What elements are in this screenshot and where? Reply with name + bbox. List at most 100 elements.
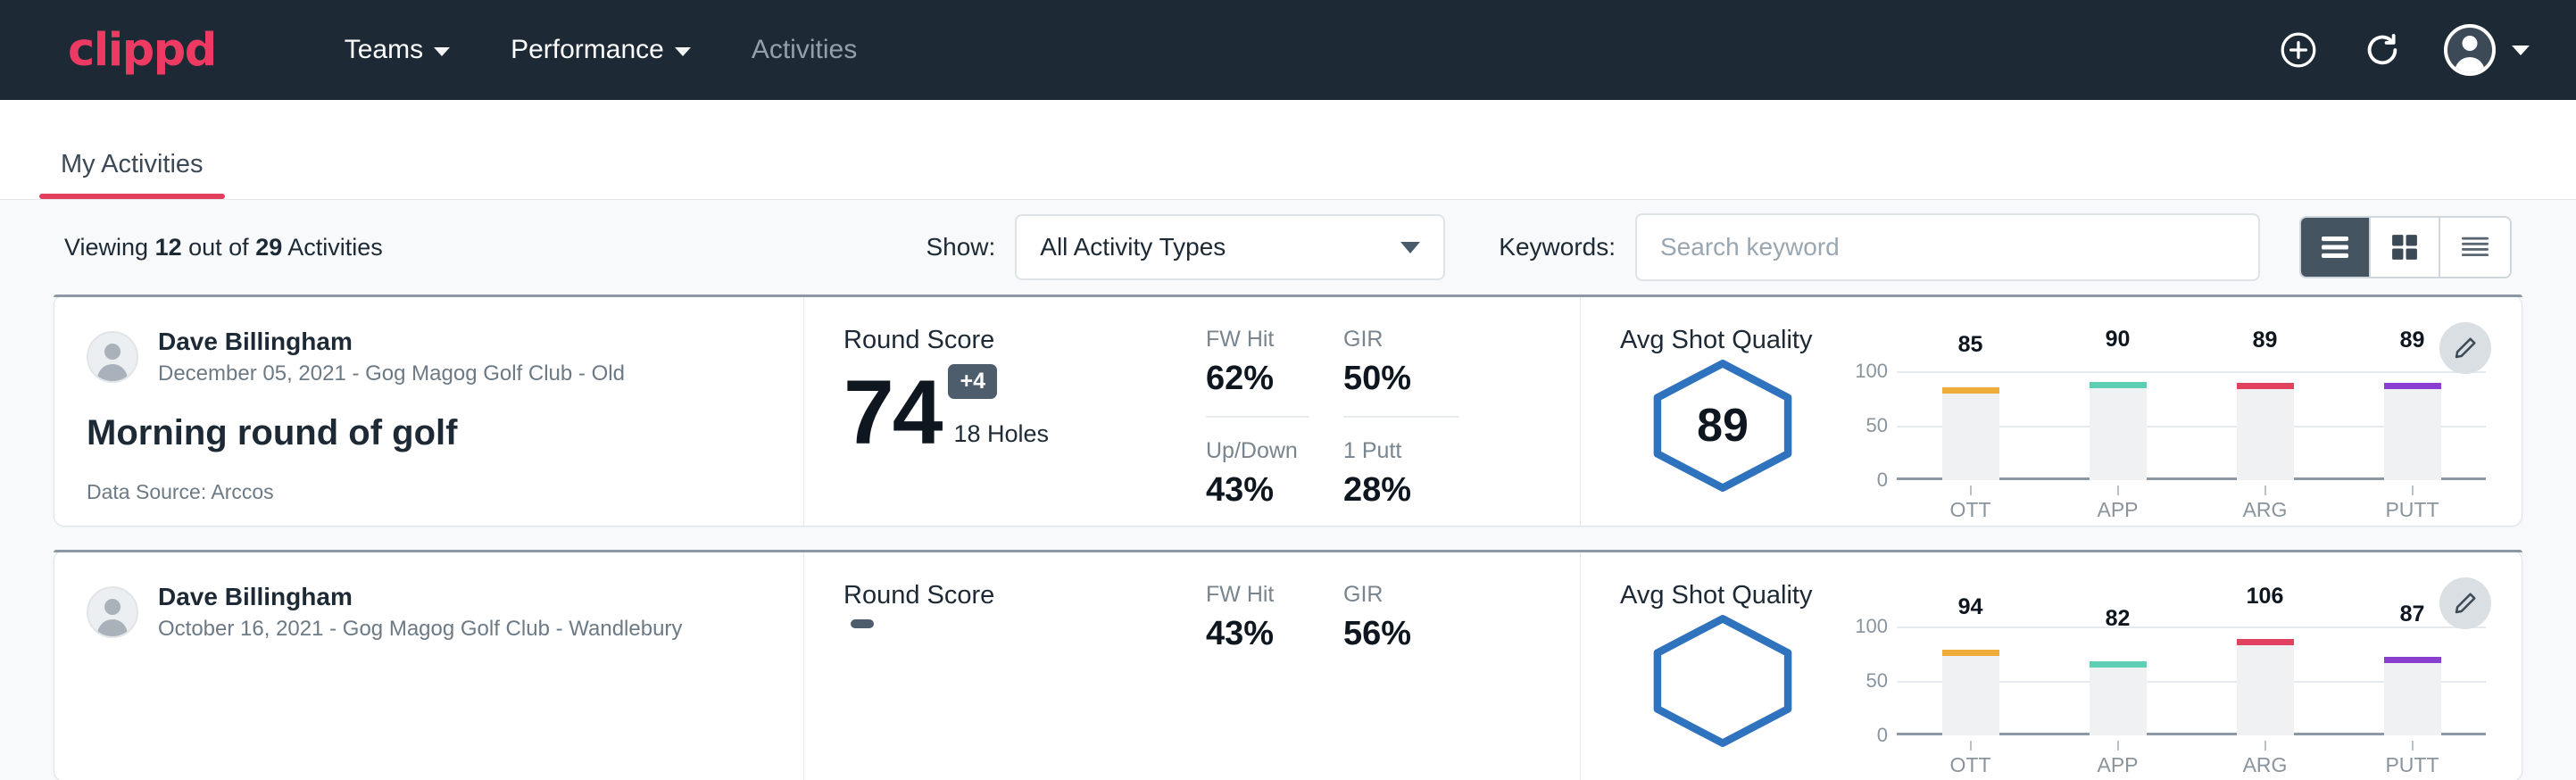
stat-label: GIR [1343,581,1459,608]
x-tick-label: PUTT [2385,753,2439,776]
view-mode-grid-button[interactable] [2371,218,2440,277]
stat-up-down: Up/Down 43% [1206,416,1309,515]
viewing-count-text: Viewing 12 out of 29 Activities [64,234,383,261]
keyword-search-box[interactable] [1635,213,2260,281]
page-tab-bar: My Activities [0,100,2576,200]
score-to-par-badge [851,619,874,628]
bar-rect [2090,382,2147,480]
chevron-down-icon [675,47,691,56]
activity-card[interactable]: Dave Billingham December 05, 2021 - Gog … [54,295,2522,527]
x-tick-label: APP [2097,753,2138,776]
stat-label: FW Hit [1206,581,1309,608]
avg-shot-quality-body: 100 50 0 948210687 OTT APP [1620,614,2486,748]
activity-card-score: Round Score 74 +4 18 Holes FW Hit 62% GI… [804,295,1581,526]
score-to-par-badge: +4 [948,364,997,399]
player-row: Dave Billingham December 05, 2021 - Gog … [87,326,768,388]
x-tick-label: OTT [1950,753,1991,776]
stat-value: 50% [1343,360,1459,398]
activity-card-shot-quality: Avg Shot Quality 89 100 50 0 [1581,295,2522,526]
x-tick-arg: ARG [2191,485,2339,522]
view-mode-list-button[interactable] [2301,218,2371,277]
bar-cap [2237,383,2294,389]
refresh-icon[interactable] [2360,28,2405,72]
stat-label: Up/Down [1206,437,1309,464]
plus-circle-icon[interactable] [2276,28,2321,72]
activity-card-shot-quality: Avg Shot Quality 100 50 0 [1581,551,2522,780]
bar-rect [1942,650,1999,735]
bar-rect [2090,661,2147,735]
activity-card[interactable]: Dave Billingham October 16, 2021 - Gog M… [54,550,2522,780]
grid-view-icon [2389,232,2420,262]
activity-title: Morning round of golf [87,413,768,453]
x-tick-label: APP [2097,498,2138,521]
bar-value-label: 85 [1958,332,1983,358]
bar-rect [2384,657,2441,735]
x-tick-app: APP [2044,741,2191,777]
stat-value: 62% [1206,360,1309,398]
activity-meta: October 16, 2021 - Gog Magog Golf Club -… [158,615,682,643]
activity-data-source: Data Source: Arccos [87,480,768,504]
stat-value: 56% [1343,615,1459,653]
x-tick-putt: PUTT [2339,485,2486,522]
shot-quality-hexagon: 89 [1620,359,1825,493]
view-mode-compact-button[interactable] [2440,218,2510,277]
nav-item-teams[interactable]: Teams [314,35,480,65]
activity-card-info: Dave Billingham October 16, 2021 - Gog M… [54,551,804,780]
nav-item-activities[interactable]: Activities [721,35,887,65]
stat-value: 43% [1206,615,1309,653]
stat-label: GIR [1343,326,1459,353]
activity-type-select[interactable]: All Activity Types [1015,214,1445,280]
bar-value-label: 106 [2247,584,2284,610]
avg-shot-quality-label: Avg Shot Quality [1620,581,2486,610]
bar-value-label: 87 [2400,602,2425,627]
avatar-body-shape [2455,57,2485,76]
x-tick-label: OTT [1950,498,1991,521]
round-score-badge-wrap [843,618,874,710]
avatar-body-shape [97,619,128,638]
bar-cap [2237,639,2294,645]
bar-rect [1942,387,1999,480]
round-stats-grid: FW Hit 62% GIR 50% Up/Down 43% 1 Putt 28… [1206,326,1459,495]
viewing-count: 12 [155,234,182,261]
tab-my-activities[interactable]: My Activities [39,150,225,199]
show-label: Show: [926,233,995,261]
edit-activity-button[interactable] [2439,577,2491,629]
bar-value-label: 94 [1958,594,1983,620]
x-tick-arg: ARG [2191,741,2339,777]
search-input[interactable] [1660,233,2235,261]
viewing-prefix: Viewing [64,234,155,261]
round-score-label: Round Score [843,326,1201,355]
tick-mark [2264,485,2266,495]
avatar-head-shape [104,599,120,615]
filter-controls: Show: All Activity Types Keywords: [926,213,2512,281]
round-score-value-row [843,618,1201,710]
holes-played [856,703,874,710]
account-menu-button[interactable] [2444,24,2530,76]
edit-activity-button[interactable] [2439,322,2491,374]
activity-type-select-value: All Activity Types [1040,233,1226,261]
tick-mark [2412,485,2414,495]
chart-bar-putt: 89 [2339,371,2486,480]
card-accent-bar [54,295,2522,297]
holes-played: 18 Holes [953,420,1049,455]
chart-y-axis: 100 50 0 [1850,371,1897,480]
bar-cap [2090,382,2147,388]
chart-bar-arg: 89 [2191,371,2339,480]
shot-quality-bar-chart: 100 50 0 85908989 OTT APP [1850,371,2486,480]
x-tick-label: ARG [2243,753,2288,776]
y-tick-label: 0 [1877,724,1888,747]
clippd-logo[interactable]: clippd [68,28,216,73]
round-score-value-row: 74 +4 18 Holes [843,362,1201,455]
avatar [87,586,138,638]
pencil-icon [2452,590,2479,617]
stat-label: FW Hit [1206,326,1309,353]
bar-cap [1942,650,1999,656]
viewing-mid: out of [182,234,256,261]
tick-mark [2117,741,2119,751]
chart-x-axis-labels: OTT APP ARG PUTT [1897,485,2486,522]
x-tick-app: APP [2044,485,2191,522]
stat-gir: GIR 50% [1343,326,1459,403]
avg-shot-quality-body: 89 100 50 0 8590898 [1620,359,2486,493]
x-tick-putt: PUTT [2339,741,2486,777]
nav-item-performance[interactable]: Performance [480,35,721,65]
